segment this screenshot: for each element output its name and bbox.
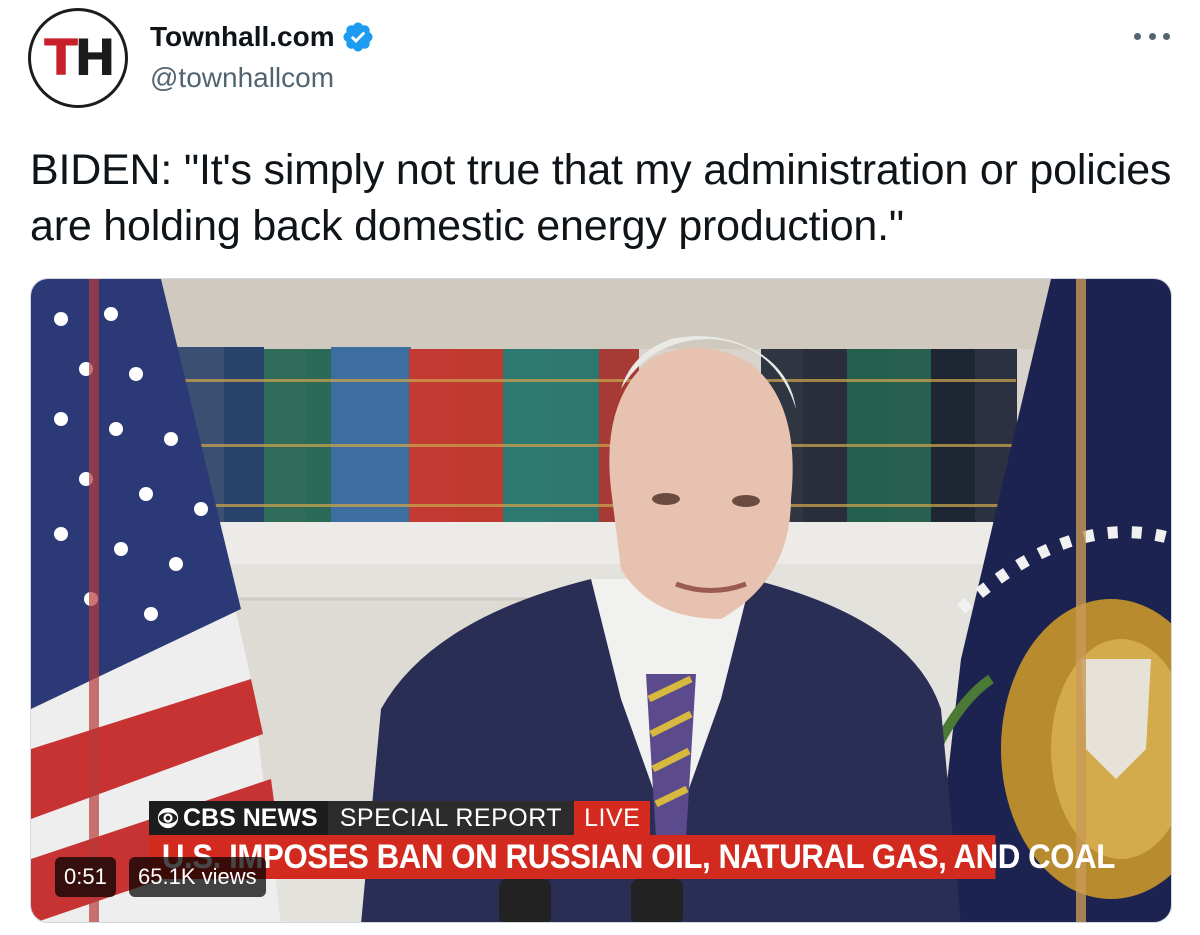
dot-icon [1148, 32, 1156, 40]
special-report-label: SPECIAL REPORT [327, 801, 575, 835]
cbs-banner: CBS NEWS SPECIAL REPORT LIVE [149, 801, 651, 835]
avatar-letter-h: H [74, 29, 116, 87]
cbs-eye-icon [157, 807, 179, 829]
news-ticker: U.S. IMPOSES BAN ON RUSSIAN OIL, NATURAL… [149, 835, 1115, 879]
live-badge: LIVE [574, 801, 651, 835]
avatar[interactable]: TH [28, 8, 128, 108]
video-player[interactable]: CBS NEWS SPECIAL REPORT LIVE U.S. IMPOSE… [30, 278, 1172, 923]
dot-icon [1163, 32, 1170, 40]
bookshelf-books [176, 347, 1017, 522]
avatar-logo: TH [44, 33, 116, 83]
author-handle[interactable]: @townhallcom [150, 62, 334, 94]
author-display-name-row[interactable]: Townhall.com [150, 20, 375, 54]
cbs-news-label: CBS NEWS [149, 801, 328, 835]
verified-badge-icon [343, 22, 373, 52]
tweet-text: BIDEN: "It's simply not true that my adm… [30, 146, 1172, 250]
more-options-icon[interactable] [1134, 24, 1170, 48]
avatar-letter-t: T [44, 29, 78, 87]
author-display-name[interactable]: Townhall.com [150, 21, 335, 53]
video-duration: 0:51 [55, 857, 116, 897]
dot-icon [1134, 32, 1141, 40]
cbs-network-name: CBS NEWS [183, 803, 318, 832]
video-view-count: 65.1K views [129, 857, 266, 897]
